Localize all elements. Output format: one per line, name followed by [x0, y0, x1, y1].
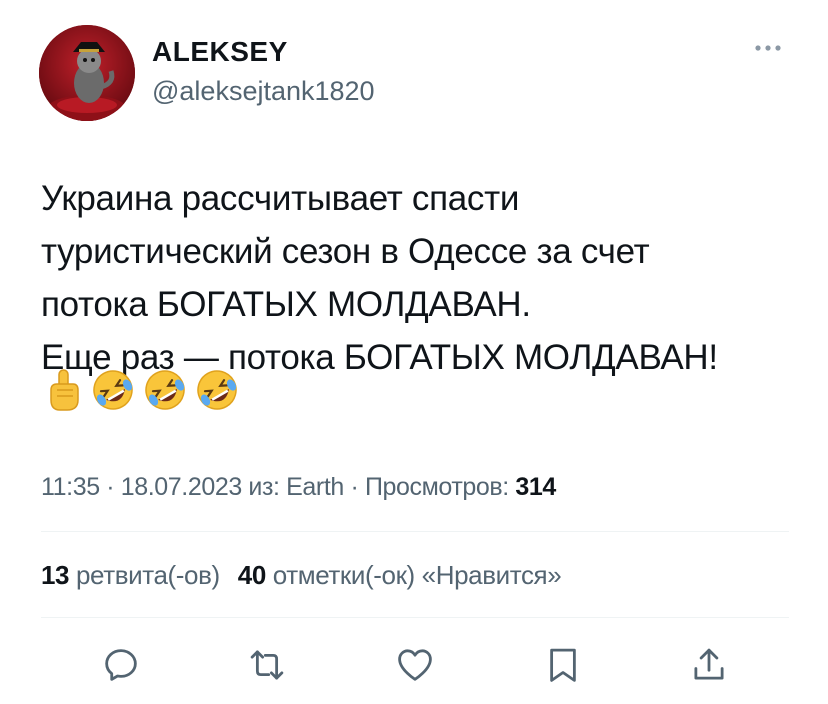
avatar[interactable]: [39, 25, 135, 121]
share-icon[interactable]: [688, 644, 730, 686]
author-handle[interactable]: @aleksejtank1820: [152, 76, 375, 107]
rofl-emoji: [197, 370, 237, 410]
rofl-emoji: [93, 370, 133, 410]
author-name[interactable]: ALEKSEY: [152, 36, 288, 68]
pointing-up-emoji: [50, 369, 79, 411]
divider: [41, 531, 789, 532]
retweets-stat[interactable]: 13 ретвита(-ов): [41, 560, 220, 590]
reply-icon[interactable]: [100, 644, 142, 686]
source-prefix: из:: [241, 473, 287, 501]
views-count: 314: [515, 473, 556, 501]
tweet-source: Earth: [286, 473, 344, 501]
divider: [41, 617, 789, 618]
likes-stat[interactable]: 40 отметки(-ок) «Нравится»: [238, 560, 562, 590]
retweets-label: ретвита(-ов): [75, 560, 220, 590]
tweet-meta: 11:35 · 18.07.2023 из: Earth · Просмотро…: [41, 473, 556, 502]
tweet-date[interactable]: 18.07.2023: [121, 473, 243, 501]
tweet-text: Украина рассчитывает спасти туристически…: [41, 179, 718, 377]
rofl-emoji: [145, 370, 185, 410]
retweets-count: 13: [41, 560, 70, 590]
tweet-stats: 13 ретвита(-ов) 40 отметки(-ок) «Нравится…: [41, 560, 562, 591]
retweet-icon[interactable]: [246, 644, 288, 686]
views-label: Просмотров:: [364, 473, 516, 501]
meta-separator: ·: [343, 473, 365, 501]
meta-separator: ·: [99, 473, 121, 501]
action-bar: [0, 644, 828, 686]
avatar-image: [39, 25, 135, 121]
bookmark-icon[interactable]: [542, 644, 584, 686]
tweet-time[interactable]: 11:35: [41, 473, 100, 501]
more-icon[interactable]: [752, 38, 788, 58]
likes-label: отметки(-ок) «Нравится»: [272, 560, 562, 590]
likes-count: 40: [237, 560, 267, 590]
heart-icon[interactable]: [394, 644, 436, 686]
tweet-emojis: [43, 368, 239, 412]
